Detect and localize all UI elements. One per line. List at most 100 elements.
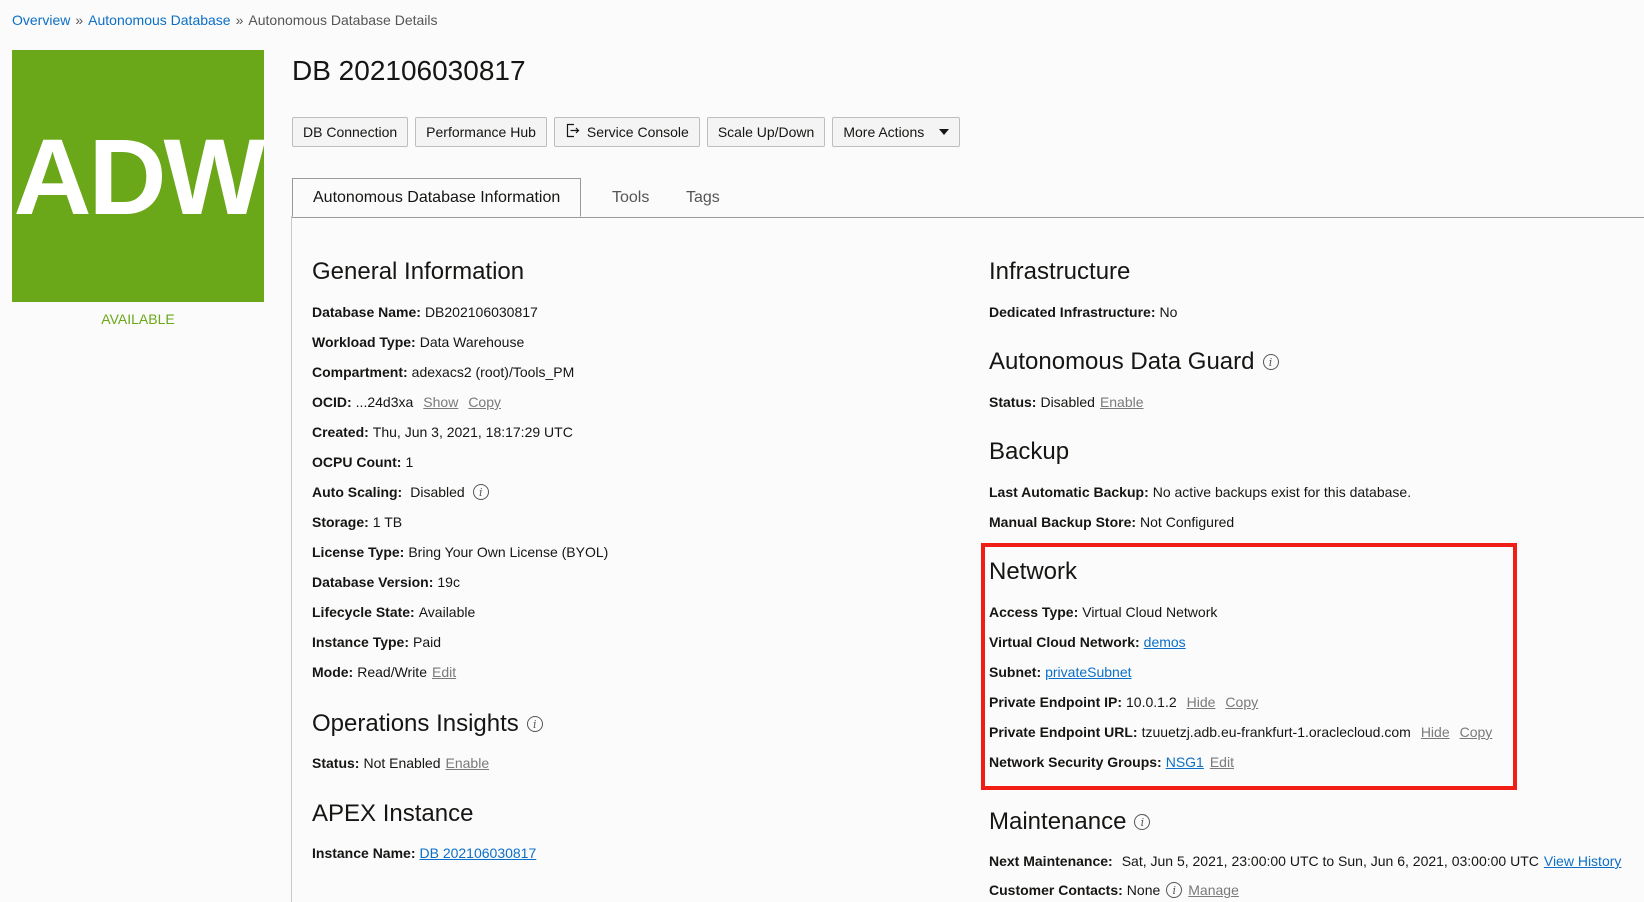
field-label: Lifecycle State: — [312, 604, 415, 620]
url-hide-link[interactable]: Hide — [1421, 724, 1450, 740]
field-value: Read/Write — [357, 664, 427, 680]
field-value: No active backups exist for this databas… — [1152, 484, 1412, 500]
apex-instance-heading: APEX Instance — [312, 800, 474, 827]
breadcrumb-adb-link[interactable]: Autonomous Database — [88, 12, 230, 28]
ops-insights-enable-link[interactable]: Enable — [446, 755, 490, 771]
field-value: Sat, Jun 5, 2021, 23:00:00 UTC to Sun, J… — [1121, 853, 1539, 869]
db-connection-label: DB Connection — [303, 124, 398, 140]
field-value: Disabled — [1040, 394, 1095, 410]
view-history-link[interactable]: View History — [1544, 853, 1622, 869]
nsg-link[interactable]: NSG1 — [1166, 754, 1204, 770]
apex-instance-name-row: Instance Name: DB 202106030817 — [312, 843, 536, 863]
tab-autonomous-database-information[interactable]: Autonomous Database Information — [292, 178, 582, 217]
info-icon[interactable]: i — [472, 484, 489, 500]
db-connection-button[interactable]: DB Connection — [292, 117, 409, 147]
field-label: Storage: — [312, 514, 369, 530]
ocpu-count-row: OCPU Count: 1 — [312, 452, 608, 472]
ocid-show-link[interactable]: Show — [423, 394, 458, 410]
manual-backup-store-row: Manual Backup Store: Not Configured — [989, 512, 1234, 532]
field-label: Database Name: — [312, 304, 421, 320]
subnet-row: Subnet: privateSubnet — [989, 662, 1492, 682]
url-copy-link[interactable]: Copy — [1460, 724, 1493, 740]
field-label: Created: — [312, 424, 369, 440]
field-label: OCPU Count: — [312, 454, 402, 470]
more-actions-button[interactable]: More Actions — [832, 117, 961, 147]
access-type-row: Access Type: Virtual Cloud Network — [989, 602, 1492, 622]
database-version-row: Database Version: 19c — [312, 572, 608, 592]
data-guard-enable-link[interactable]: Enable — [1100, 394, 1144, 410]
field-value: Data Warehouse — [419, 334, 525, 350]
performance-hub-button[interactable]: Performance Hub — [415, 117, 547, 147]
ip-copy-link[interactable]: Copy — [1225, 694, 1258, 710]
field-label: Instance Type: — [312, 634, 409, 650]
scale-up-down-button[interactable]: Scale Up/Down — [706, 117, 826, 147]
field-value: Available — [418, 604, 476, 620]
heading-text: Operations Insights — [312, 710, 519, 737]
caret-down-icon — [939, 129, 950, 135]
general-information-list: Database Name: DB202106030817 Workload Ty… — [312, 302, 608, 682]
content-divider — [291, 216, 292, 902]
breadcrumb-separator: » — [235, 12, 244, 28]
lifecycle-status-label: AVAILABLE — [101, 311, 175, 327]
info-icon[interactable]: i — [1262, 354, 1279, 370]
breadcrumb-overview-link[interactable]: Overview — [12, 12, 70, 28]
field-value: 10.0.1.2 — [1126, 694, 1177, 710]
customer-contacts-row: Customer Contacts: None i Manage — [989, 880, 1239, 900]
field-label: Subnet: — [989, 664, 1042, 680]
ip-hide-link[interactable]: Hide — [1187, 694, 1216, 710]
field-label: Status: — [312, 755, 360, 771]
field-value: Virtual Cloud Network — [1082, 604, 1218, 620]
network-heading: Network — [989, 558, 1078, 585]
field-label: Dedicated Infrastructure: — [989, 304, 1156, 320]
field-label: Virtual Cloud Network: — [989, 634, 1140, 650]
instance-type-row: Instance Type: Paid — [312, 632, 608, 652]
info-icon[interactable]: i — [526, 716, 543, 732]
field-value: Not Configured — [1140, 514, 1235, 530]
maintenance-heading: Maintenance i — [989, 808, 1151, 836]
field-value: 19c — [437, 574, 460, 590]
apex-instance-link[interactable]: DB 202106030817 — [419, 845, 536, 861]
field-label: Network Security Groups: — [989, 754, 1162, 770]
field-label: Workload Type: — [312, 334, 416, 350]
storage-row: Storage: 1 TB — [312, 512, 608, 532]
nsg-edit-link[interactable]: Edit — [1210, 754, 1234, 770]
data-guard-heading: Autonomous Data Guard i — [989, 348, 1279, 376]
infrastructure-heading: Infrastructure — [989, 258, 1131, 285]
field-value: None — [1126, 882, 1161, 898]
page-title: DB 202106030817 — [292, 55, 526, 86]
field-value: ...24d3xa — [355, 394, 414, 410]
scale-up-down-label: Scale Up/Down — [717, 124, 815, 140]
tab-tags[interactable]: Tags — [686, 178, 720, 217]
private-endpoint-url-row: Private Endpoint URL: tzuuetzj.adb.eu-fra… — [989, 722, 1492, 742]
field-label: Next Maintenance: — [989, 853, 1113, 869]
field-label: Last Automatic Backup: — [989, 484, 1149, 500]
subnet-link[interactable]: privateSubnet — [1045, 664, 1131, 680]
tab-tools[interactable]: Tools — [612, 178, 649, 217]
info-icon[interactable]: i — [1134, 814, 1151, 830]
field-value: adexacs2 (root)/Tools_PM — [411, 364, 575, 380]
dedicated-infrastructure-row: Dedicated Infrastructure: No — [989, 302, 1177, 322]
external-link-icon — [565, 123, 580, 141]
field-label: Compartment: — [312, 364, 408, 380]
more-actions-label: More Actions — [843, 124, 925, 140]
breadcrumb: Overview» Autonomous Database» Autonomous … — [12, 12, 438, 28]
field-label: Mode: — [312, 664, 354, 680]
last-automatic-backup-row: Last Automatic Backup: No active backups … — [989, 482, 1411, 502]
adw-logo: ADW — [12, 50, 265, 302]
heading-text: Autonomous Data Guard — [989, 348, 1255, 375]
heading-text: Maintenance — [989, 808, 1127, 835]
service-console-label: Service Console — [586, 124, 689, 140]
compartment-row: Compartment: adexacs2 (root)/Tools_PM — [312, 362, 608, 382]
private-endpoint-ip-row: Private Endpoint IP: 10.0.1.2 Hide Copy — [989, 692, 1492, 712]
ocid-copy-link[interactable]: Copy — [468, 394, 501, 410]
vcn-link[interactable]: demos — [1144, 634, 1186, 650]
manage-contacts-link[interactable]: Manage — [1188, 882, 1239, 898]
field-value: Paid — [413, 634, 442, 650]
service-console-button[interactable]: Service Console — [553, 117, 700, 147]
workload-type-row: Workload Type: Data Warehouse — [312, 332, 608, 352]
mode-edit-link[interactable]: Edit — [432, 664, 456, 680]
mode-row: Mode: Read/Write Edit — [312, 662, 608, 682]
info-icon[interactable]: i — [1166, 882, 1183, 898]
field-label: Private Endpoint IP: — [989, 694, 1123, 710]
breadcrumb-separator: » — [75, 12, 84, 28]
